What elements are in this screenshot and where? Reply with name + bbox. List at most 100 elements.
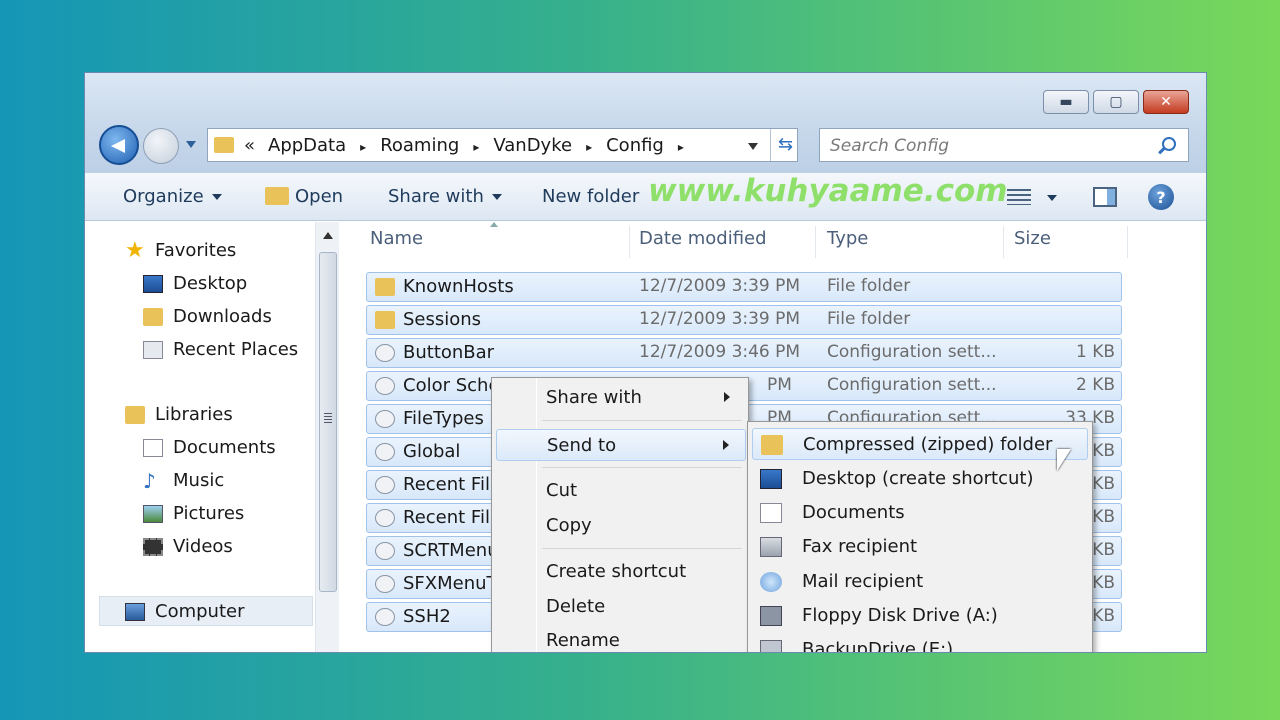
column-size[interactable]: Size xyxy=(1014,228,1051,256)
drive-icon xyxy=(760,640,782,652)
file-row[interactable]: ButtonBar 12/7/2009 3:46 PM Configuratio… xyxy=(366,338,1122,368)
help-icon[interactable]: ? xyxy=(1148,184,1174,210)
menu-label: Cut xyxy=(546,480,578,501)
breadcrumb-appdata[interactable]: AppData xyxy=(268,135,346,159)
nav-desktop[interactable]: Desktop xyxy=(143,273,247,294)
watermark-text: www.kuhyaame.com xyxy=(648,173,1008,209)
column-divider[interactable] xyxy=(1127,226,1128,258)
nav-label: Desktop xyxy=(173,273,248,294)
navigation-pane: ★ Favorites Desktop Downloads Recent Plac… xyxy=(85,222,339,652)
menu-separator xyxy=(542,467,742,468)
file-row[interactable]: KnownHosts 12/7/2009 3:39 PM File folder xyxy=(366,272,1122,302)
forward-button[interactable] xyxy=(143,128,179,164)
preview-pane-icon[interactable] xyxy=(1093,187,1117,207)
view-options-dropdown[interactable] xyxy=(1047,195,1057,201)
menu-copy[interactable]: Copy xyxy=(496,510,746,542)
send-to-backup-drive[interactable]: BackupDrive (E:) xyxy=(752,634,1088,652)
menu-label: Create shortcut xyxy=(546,561,687,582)
breadcrumb-separator[interactable]: ▸ xyxy=(678,135,684,159)
send-to-floppy[interactable]: Floppy Disk Drive (A:) xyxy=(752,600,1088,632)
chevron-down-icon xyxy=(491,194,502,200)
back-button[interactable] xyxy=(99,125,139,165)
config-file-icon xyxy=(375,575,395,593)
menu-delete[interactable]: Delete xyxy=(496,591,746,623)
column-divider[interactable] xyxy=(1003,226,1004,258)
config-file-icon xyxy=(375,608,395,626)
file-size: 1 KB xyxy=(1075,342,1115,362)
menu-separator xyxy=(542,548,742,549)
nav-music[interactable]: ♪ Music xyxy=(143,470,224,491)
libraries-icon xyxy=(125,405,145,424)
send-to-compressed-folder[interactable]: Compressed (zipped) folder xyxy=(752,428,1088,460)
column-type[interactable]: Type xyxy=(827,228,868,256)
column-name[interactable]: Name xyxy=(370,228,423,256)
nav-computer[interactable]: Computer xyxy=(125,601,244,622)
recent-pages-dropdown[interactable] xyxy=(186,141,196,148)
menu-rename[interactable]: Rename xyxy=(496,625,746,652)
column-divider[interactable] xyxy=(815,226,816,258)
mouse-cursor-icon xyxy=(1057,449,1071,471)
breadcrumb-separator[interactable]: ▸ xyxy=(360,135,366,159)
desktop-icon xyxy=(760,469,782,489)
minimize-button[interactable]: ▬ xyxy=(1043,90,1089,114)
send-to-mail[interactable]: Mail recipient xyxy=(752,566,1088,598)
open-button[interactable]: Open xyxy=(265,186,343,207)
send-to-fax[interactable]: Fax recipient xyxy=(752,531,1088,563)
recent-places-icon xyxy=(143,340,163,359)
share-with-button[interactable]: Share with xyxy=(388,186,502,207)
file-size: 2 KB xyxy=(1075,375,1115,395)
nav-documents[interactable]: Documents xyxy=(143,437,276,458)
scroll-up-arrow-icon[interactable] xyxy=(323,232,333,239)
address-bar[interactable]: « AppData ▸ Roaming ▸ VanDyke ▸ Config ▸… xyxy=(207,128,798,162)
file-size: KB xyxy=(1092,606,1115,626)
address-overflow-chevron[interactable]: « xyxy=(244,135,255,156)
file-row[interactable]: Sessions 12/7/2009 3:39 PM File folder xyxy=(366,305,1122,335)
scroll-thumb[interactable] xyxy=(319,252,337,592)
send-to-desktop[interactable]: Desktop (create shortcut) xyxy=(752,463,1088,495)
column-divider[interactable] xyxy=(629,226,630,258)
address-history-dropdown[interactable] xyxy=(748,143,758,150)
nav-scrollbar[interactable] xyxy=(315,222,339,652)
nav-label: Recent Places xyxy=(173,339,299,360)
nav-downloads[interactable]: Downloads xyxy=(143,306,272,327)
send-to-submenu: Compressed (zipped) folder Desktop (crea… xyxy=(747,421,1093,652)
file-type: Configuration sett... xyxy=(827,375,997,395)
menu-cut[interactable]: Cut xyxy=(496,475,746,507)
organize-button[interactable]: Organize xyxy=(123,186,222,207)
send-to-documents[interactable]: Documents xyxy=(752,497,1088,529)
nav-favorites[interactable]: ★ Favorites xyxy=(125,239,236,261)
nav-label: Documents xyxy=(173,437,276,458)
column-date-modified[interactable]: Date modified xyxy=(639,228,767,256)
menu-label: Delete xyxy=(546,596,606,617)
menu-create-shortcut[interactable]: Create shortcut xyxy=(496,556,746,588)
breadcrumb-roaming[interactable]: Roaming xyxy=(380,135,459,159)
new-folder-button[interactable]: New folder xyxy=(542,186,639,207)
breadcrumb-separator[interactable]: ▸ xyxy=(473,135,479,159)
mail-icon xyxy=(760,572,782,592)
refresh-icon[interactable]: ⇆ xyxy=(778,134,793,155)
breadcrumb-separator[interactable]: ▸ xyxy=(586,135,592,159)
share-with-label: Share with xyxy=(388,186,484,207)
new-folder-label: New folder xyxy=(542,186,640,207)
menu-label: Rename xyxy=(546,630,620,651)
maximize-button[interactable]: ▢ xyxy=(1093,90,1139,114)
nav-videos[interactable]: Videos xyxy=(143,536,233,557)
zip-folder-icon xyxy=(761,435,783,455)
close-button[interactable]: ✕ xyxy=(1143,90,1189,114)
menu-send-to[interactable]: Send to xyxy=(496,429,746,461)
breadcrumb-vandyke[interactable]: VanDyke xyxy=(493,135,572,159)
file-name: FileTypes xyxy=(403,408,484,429)
nav-pictures[interactable]: Pictures xyxy=(143,503,244,524)
menu-share-with[interactable]: Share with xyxy=(496,382,746,414)
search-icon[interactable] xyxy=(1162,137,1176,151)
nav-label: Pictures xyxy=(173,503,245,524)
menu-label: Desktop (create shortcut) xyxy=(802,468,1034,489)
file-type: File folder xyxy=(827,276,911,296)
breadcrumb-config[interactable]: Config xyxy=(606,135,664,159)
change-view-icon[interactable] xyxy=(1007,189,1031,205)
file-name: ButtonBar xyxy=(403,342,495,363)
nav-libraries[interactable]: Libraries xyxy=(125,404,233,425)
nav-recent-places[interactable]: Recent Places xyxy=(143,339,298,360)
config-file-icon xyxy=(375,344,395,362)
search-input[interactable] xyxy=(830,134,1150,158)
